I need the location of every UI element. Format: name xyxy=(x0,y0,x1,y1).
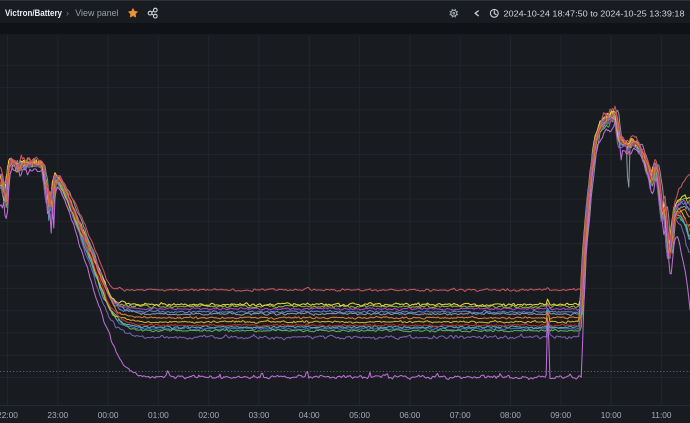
svg-text:›: › xyxy=(66,8,69,18)
svg-text:Victron/Battery: Victron/Battery xyxy=(5,8,63,18)
svg-text:View panel: View panel xyxy=(75,8,118,18)
svg-text:01:00: 01:00 xyxy=(148,410,169,420)
svg-text:03:00: 03:00 xyxy=(249,410,270,420)
svg-text:02:00: 02:00 xyxy=(198,410,219,420)
svg-text:10:00: 10:00 xyxy=(601,410,622,420)
svg-text:23:00: 23:00 xyxy=(47,410,68,420)
svg-text:07:00: 07:00 xyxy=(450,410,471,420)
svg-text:05:00: 05:00 xyxy=(349,410,370,420)
svg-text:22:00: 22:00 xyxy=(0,410,18,420)
svg-text:11:00: 11:00 xyxy=(651,410,672,420)
svg-text:2024-10-24 18:47:50 to 2024-10: 2024-10-24 18:47:50 to 2024-10-25 13:39:… xyxy=(504,8,685,18)
svg-text:04:00: 04:00 xyxy=(299,410,320,420)
svg-text:08:00: 08:00 xyxy=(500,410,521,420)
svg-text:06:00: 06:00 xyxy=(400,410,421,420)
svg-text:09:00: 09:00 xyxy=(550,410,571,420)
svg-text:00:00: 00:00 xyxy=(98,410,119,420)
